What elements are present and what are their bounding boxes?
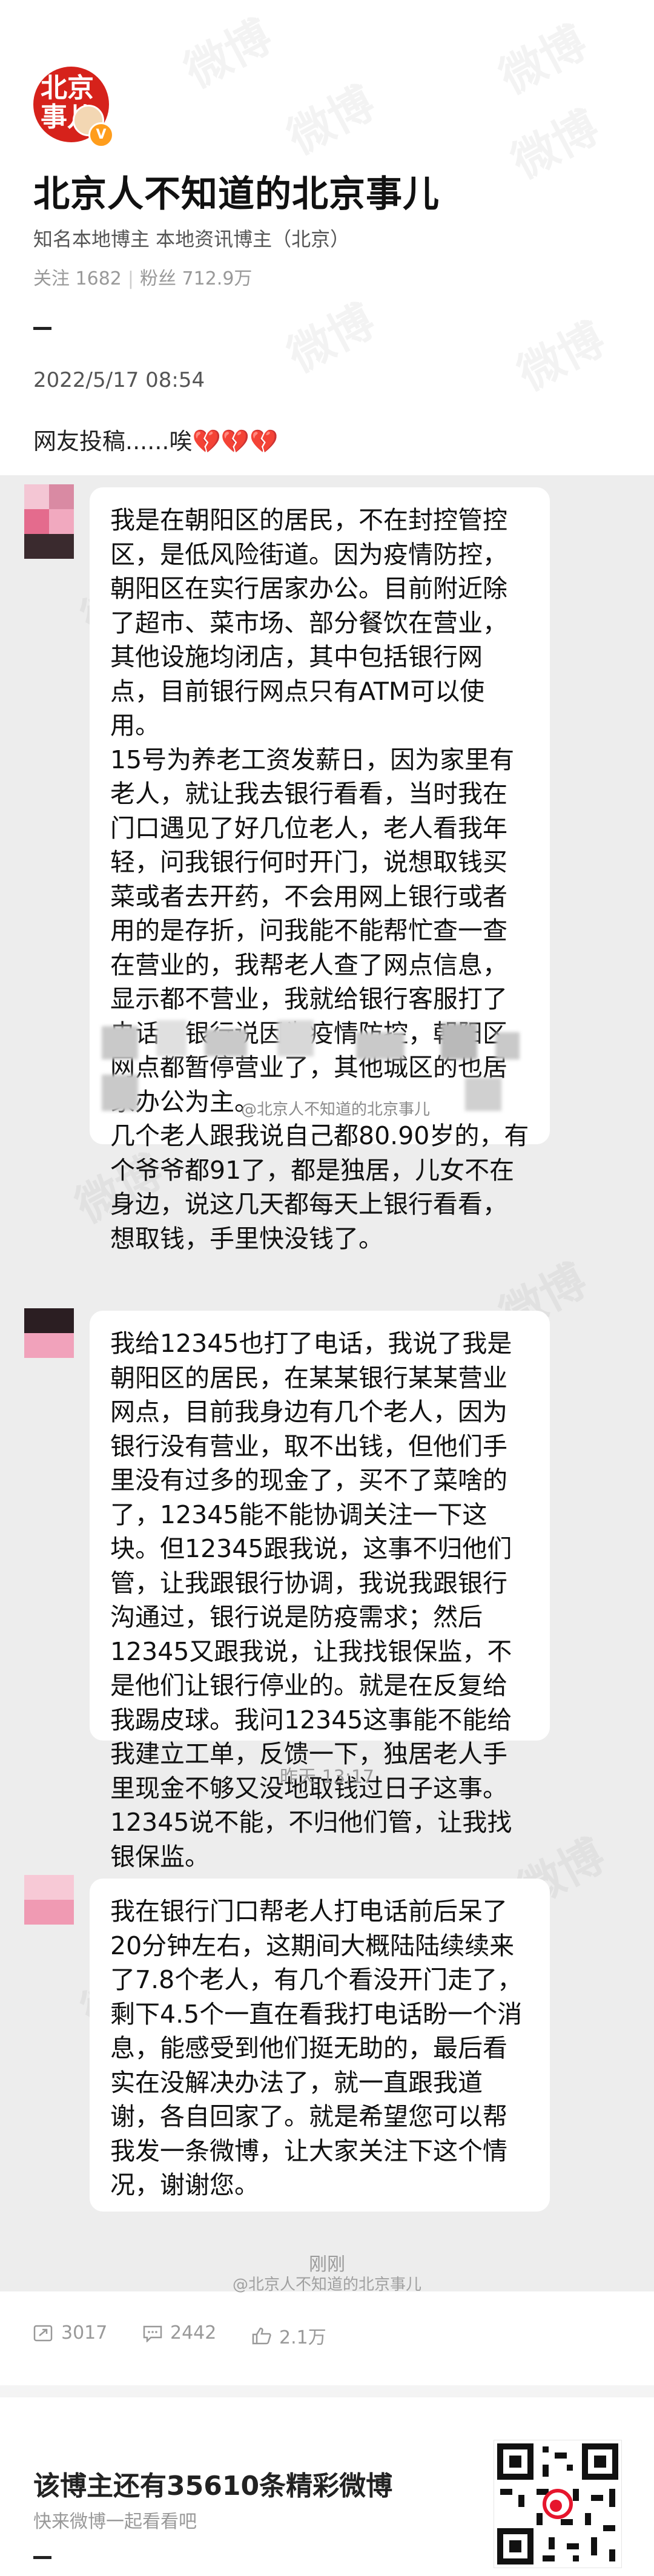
repost-icon bbox=[33, 2325, 53, 2341]
comment-button[interactable]: 2442 bbox=[142, 2322, 216, 2344]
qr-code-icon[interactable] bbox=[494, 2440, 622, 2568]
comment-count: 2442 bbox=[170, 2322, 217, 2344]
footer-title: 该博主还有35610条精彩微博 bbox=[33, 2471, 393, 2502]
message-paragraph: 几个老人跟我说自己都80.90岁的，有个爷爷都91了，都是独居，儿女不在身边，说… bbox=[110, 1121, 529, 1253]
verified-badge-icon: V bbox=[88, 122, 114, 148]
chat-bubble: 我是在朝阳区的居民，不在封控管控区，是低风险街道。因为疫情防控，朝阳区在实行居家… bbox=[90, 487, 550, 1253]
footer-promo[interactable]: 该博主还有35610条精彩微博 快来微博一起看看吧 bbox=[0, 2397, 654, 2576]
chat-screenshot[interactable]: 微博 微博 微博 微博 微博 微博 微博 微博 微博 我是在朝阳区的居民，不在封… bbox=[0, 475, 654, 2294]
repost-button[interactable]: 3017 bbox=[33, 2322, 107, 2344]
watermark: 微博 bbox=[487, 7, 596, 107]
like-button[interactable]: 2.1万 bbox=[251, 2322, 326, 2349]
sender-avatar[interactable] bbox=[24, 1875, 74, 1925]
message-paragraph: 我是在朝阳区的居民，不在封控管控区，是低风险街道。因为疫情防控，朝阳区在实行居家… bbox=[110, 506, 507, 740]
repost-count: 3017 bbox=[61, 2322, 108, 2344]
like-count: 2.1万 bbox=[279, 2327, 326, 2348]
chat-time-label: 昨天 13:17 bbox=[280, 1767, 374, 1788]
comment-icon bbox=[143, 2325, 162, 2342]
post-actions: 3017 2442 2.1万 bbox=[0, 2307, 654, 2361]
footer-subtitle: 快来微博一起看看吧 bbox=[33, 2511, 197, 2532]
fans-count: 粉丝 712.9万 bbox=[140, 268, 253, 289]
thumbs-up-icon bbox=[252, 2327, 271, 2345]
chat-bubble: 我在银行门口帮老人打电话前后呆了20分钟左右，这期间大概陆陆续续来了7.8个老人… bbox=[90, 1879, 550, 2212]
watermark: 微博 bbox=[505, 304, 615, 403]
watermark: 微博 bbox=[172, 1, 282, 100]
account-description: 知名本地博主 本地资讯博主（北京） bbox=[33, 228, 350, 251]
post-text: 网友投稿......唉💔💔💔 bbox=[33, 428, 279, 455]
sender-avatar[interactable] bbox=[24, 484, 74, 559]
follow-count: 关注 1682 bbox=[33, 268, 122, 289]
watermark: 微博 bbox=[275, 68, 385, 167]
watermark: 微博 bbox=[499, 92, 609, 191]
account-name[interactable]: 北京人不知道的北京事儿 bbox=[33, 165, 440, 217]
account-stats: 关注 1682 | 粉丝 712.9万 bbox=[33, 268, 253, 289]
section-divider bbox=[0, 2385, 654, 2397]
bottom-watermark: @北京人不知道的北京事儿 bbox=[232, 2276, 421, 2294]
bubble-watermark: @北京人不知道的北京事儿 bbox=[241, 1101, 431, 1119]
chat-bubble: 我给12345也打了电话，我说了我是朝阳区的居民，在某某银行某某营业网点，目前我… bbox=[90, 1311, 550, 1871]
watermark: 微博 bbox=[275, 286, 385, 385]
divider bbox=[33, 327, 51, 330]
sender-avatar[interactable] bbox=[24, 1308, 74, 1358]
avatar-text: 北京 bbox=[41, 73, 94, 104]
post-date: 2022/5/17 08:54 bbox=[33, 368, 205, 392]
divider bbox=[33, 2556, 51, 2559]
message-paragraph: 我在银行门口帮老人打电话前后呆了20分钟左右，这期间大概陆陆续续来了7.8个老人… bbox=[110, 1897, 523, 2199]
message-paragraph: 我给12345也打了电话，我说了我是朝阳区的居民，在某某银行某某营业网点，目前我… bbox=[110, 1329, 512, 1871]
